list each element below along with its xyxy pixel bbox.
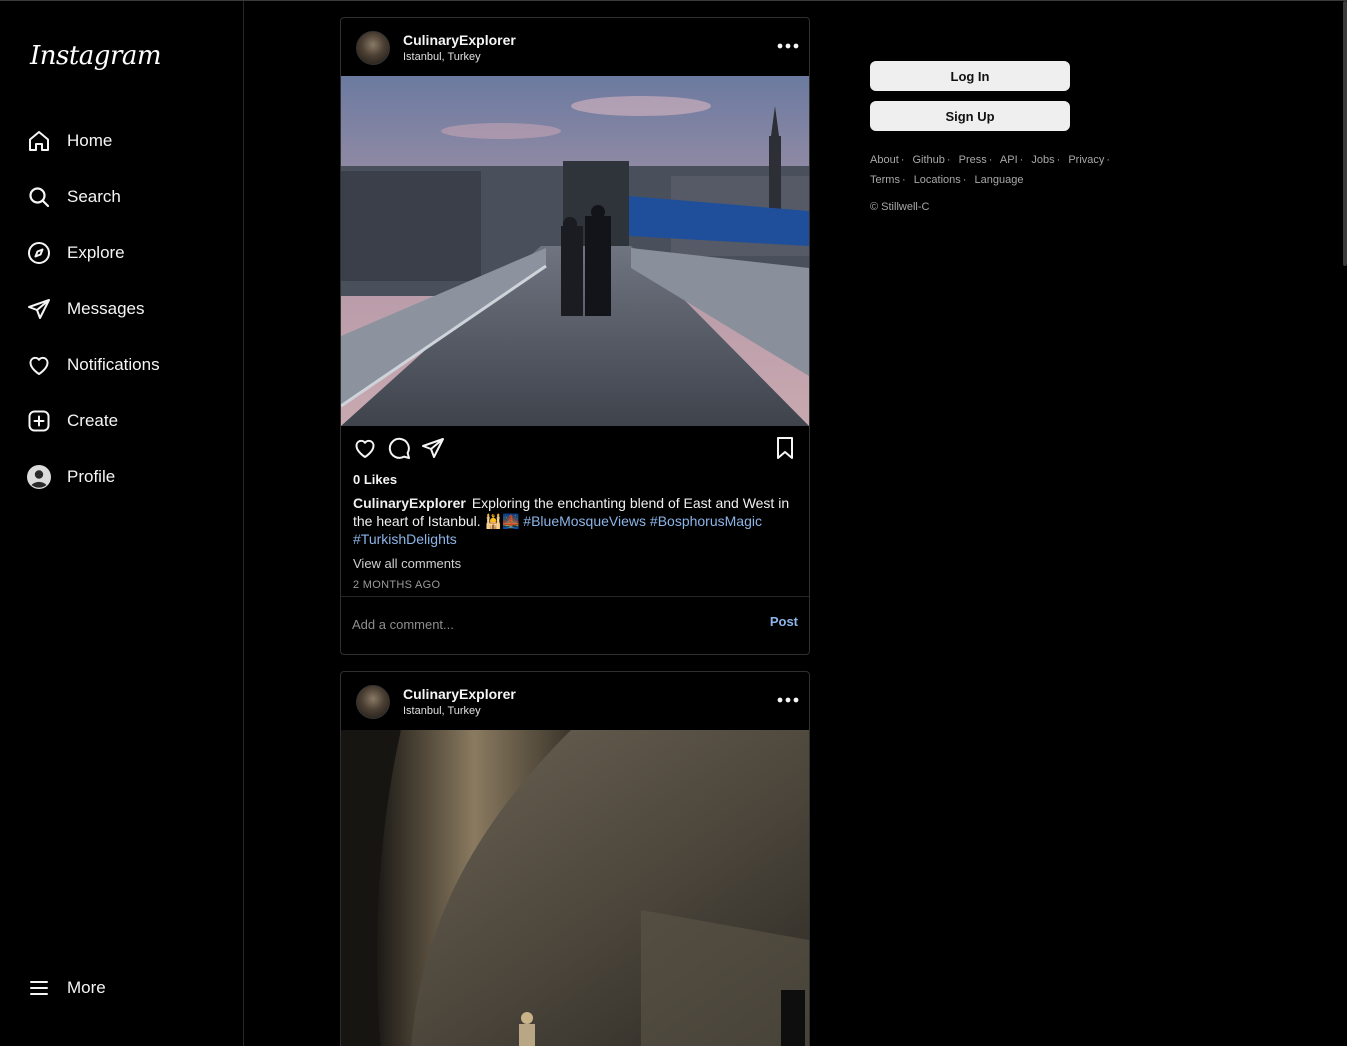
sidebar-item-label: Search <box>67 187 121 206</box>
send-icon <box>26 296 52 322</box>
post-location[interactable]: Istanbul, Turkey <box>403 705 481 717</box>
post-header: CulinaryExplorer Istanbul, Turkey <box>341 18 809 76</box>
caption-username[interactable]: CulinaryExplorer <box>353 495 466 511</box>
footer-link-api[interactable]: API <box>1000 154 1018 166</box>
footer-link-github[interactable]: Github <box>912 154 944 166</box>
copyright-text: © Stillwell-C <box>870 201 930 213</box>
sidebar-item-explore[interactable]: Explore <box>26 233 226 273</box>
footer-link-terms[interactable]: Terms <box>870 174 900 186</box>
sidebar-item-notifications[interactable]: Notifications <box>26 345 226 385</box>
post-avatar[interactable] <box>356 685 390 719</box>
page-scrollbar[interactable] <box>1343 1 1347 266</box>
post-location[interactable]: Istanbul, Turkey <box>403 51 481 63</box>
footer-link-about[interactable]: About <box>870 154 899 166</box>
footer-link-press[interactable]: Press <box>959 154 987 166</box>
more-options-icon[interactable] <box>775 690 801 710</box>
separator: · <box>900 154 905 166</box>
share-icon[interactable] <box>421 436 447 462</box>
post-actions <box>341 426 809 472</box>
sidebar-item-profile[interactable]: Profile <box>26 457 226 497</box>
comment-icon[interactable] <box>387 436 413 462</box>
heart-icon <box>26 352 52 378</box>
like-count[interactable]: 0 Likes <box>353 472 397 487</box>
post-card: CulinaryExplorer Istanbul, Turkey <box>340 17 810 655</box>
footer-link-privacy[interactable]: Privacy <box>1068 154 1104 166</box>
post-timestamp: 2 MONTHS AGO <box>353 579 441 591</box>
sidebar-item-label: More <box>67 978 106 997</box>
sidebar-item-label: Explore <box>67 243 125 262</box>
avatar-icon <box>26 464 52 490</box>
separator: · <box>1019 154 1024 166</box>
footer-link-jobs[interactable]: Jobs <box>1031 154 1054 166</box>
post-body: 0 Likes CulinaryExplorer Exploring the en… <box>341 472 809 654</box>
sidebar-item-create[interactable]: Create <box>26 401 226 441</box>
sidebar-item-more[interactable]: More <box>26 968 226 1008</box>
sidebar-item-home[interactable]: Home <box>26 121 226 161</box>
sidebar-item-label: Create <box>67 411 119 430</box>
hashtag-link[interactable]: #TurkishDelights <box>353 531 457 547</box>
post-avatar[interactable] <box>356 31 390 65</box>
post-comment-button[interactable]: Post <box>770 614 798 629</box>
separator: · <box>946 154 951 166</box>
separator: · <box>901 174 906 186</box>
footer-link-language[interactable]: Language <box>975 174 1024 186</box>
hashtag-link[interactable]: #BosphorusMagic <box>650 513 762 529</box>
comment-form: Post <box>341 596 809 651</box>
post-header: CulinaryExplorer Istanbul, Turkey <box>341 672 809 730</box>
footer-links: About · Github · Press · API · Jobs · Privacy… <box>870 150 1160 190</box>
hamburger-menu-icon <box>26 975 52 1001</box>
home-icon <box>26 128 52 154</box>
sidebar-item-search[interactable]: Search <box>26 177 226 217</box>
sidebar-item-label: Profile <box>67 467 116 486</box>
compass-icon <box>26 240 52 266</box>
signup-button[interactable]: Sign Up <box>870 101 1070 131</box>
post-username[interactable]: CulinaryExplorer <box>403 32 516 48</box>
footer-link-locations[interactable]: Locations <box>914 174 961 186</box>
hashtag-link[interactable]: #BlueMosqueViews <box>523 513 646 529</box>
post-caption: CulinaryExplorer Exploring the enchanting… <box>353 494 799 548</box>
login-button[interactable]: Log In <box>870 61 1070 91</box>
separator: · <box>988 154 993 166</box>
post-username[interactable]: CulinaryExplorer <box>403 686 516 702</box>
comment-input[interactable] <box>350 611 734 637</box>
more-options-icon[interactable] <box>775 36 801 56</box>
separator: · <box>962 174 967 186</box>
post-image[interactable] <box>341 730 809 1046</box>
search-icon <box>26 184 52 210</box>
plus-square-icon <box>26 408 52 434</box>
separator: · <box>1106 154 1111 166</box>
sidebar-item-messages[interactable]: Messages <box>26 289 226 329</box>
view-all-comments-link[interactable]: View all comments <box>353 556 461 571</box>
like-heart-icon[interactable] <box>353 436 379 462</box>
sidebar-item-label: Home <box>67 131 113 150</box>
app-root: Instagram Home Search Explore Messages N… <box>0 0 1347 1046</box>
sidebar-item-label: Notifications <box>67 355 160 374</box>
post-image[interactable] <box>341 76 809 426</box>
post-card: CulinaryExplorer Istanbul, Turkey <box>340 671 810 1046</box>
separator: · <box>1056 154 1061 166</box>
instagram-logo[interactable]: Instagram <box>30 41 162 71</box>
sidebar-item-label: Messages <box>67 299 145 318</box>
bookmark-icon[interactable] <box>773 436 799 462</box>
sidebar: Instagram Home Search Explore Messages N… <box>0 1 244 1046</box>
